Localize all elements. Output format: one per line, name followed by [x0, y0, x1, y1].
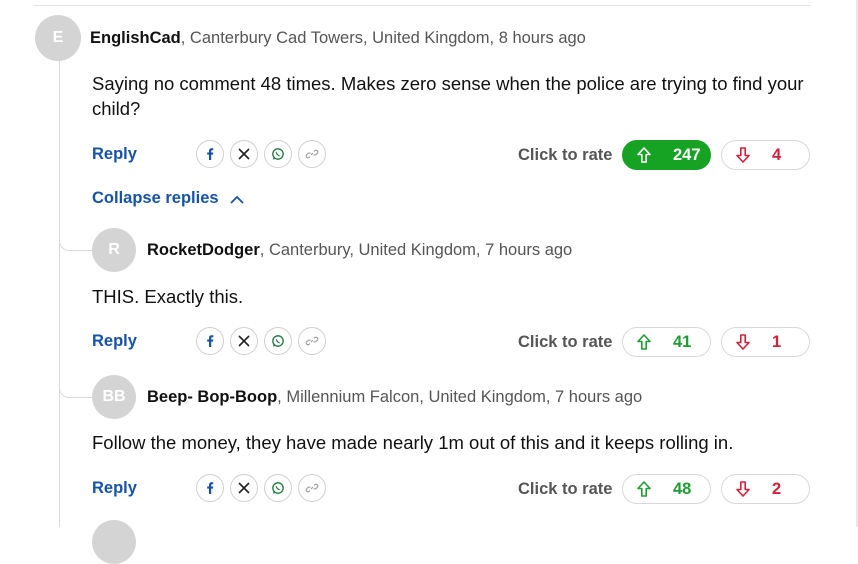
arrow-down-icon — [736, 334, 750, 350]
facebook-icon — [207, 482, 214, 494]
reply-connector — [59, 230, 92, 251]
link-icon — [305, 149, 319, 159]
x-icon — [238, 335, 250, 347]
arrow-down-icon — [736, 481, 750, 497]
comment-body: Saying no comment 48 times. Makes zero s… — [92, 73, 804, 119]
rate-label: Click to rate — [518, 146, 613, 164]
reply-connector — [59, 377, 92, 398]
share-buttons — [196, 474, 326, 502]
username[interactable]: Beep- Bop-Boop — [147, 388, 277, 406]
x-share-button[interactable] — [230, 474, 258, 502]
avatar[interactable]: E — [35, 15, 81, 61]
comment-meta: EnglishCad, Canterbury Cad Towers, Unite… — [90, 29, 586, 48]
comment-meta: RocketDodger, Canterbury, United Kingdom… — [147, 241, 572, 260]
comment-body: THIS. Exactly this. — [92, 286, 244, 307]
rate-label: Click to rate — [518, 480, 613, 498]
copy-link-button[interactable] — [298, 474, 326, 502]
collapse-replies-label: Collapse replies — [92, 189, 219, 207]
share-buttons — [196, 140, 326, 168]
whatsapp-icon — [272, 148, 284, 160]
x-share-button[interactable] — [230, 140, 258, 168]
whatsapp-share-button[interactable] — [264, 327, 292, 355]
facebook-share-button[interactable] — [196, 140, 224, 168]
downvote-count: 1 — [772, 332, 782, 351]
link-icon — [305, 483, 319, 493]
whatsapp-share-button[interactable] — [264, 474, 292, 502]
upvote-button[interactable]: 48 — [622, 474, 711, 504]
whatsapp-icon — [272, 335, 284, 347]
comment-body: Follow the money, they have made nearly … — [92, 432, 734, 453]
whatsapp-share-button[interactable] — [264, 140, 292, 168]
arrow-up-icon — [637, 334, 651, 350]
arrow-up-icon — [637, 481, 651, 497]
username[interactable]: RocketDodger — [147, 241, 260, 259]
arrow-up-icon — [637, 147, 651, 163]
rate-label: Click to rate — [518, 333, 613, 351]
arrow-down-icon — [736, 147, 750, 163]
upvote-count: 48 — [673, 479, 692, 498]
top-divider — [33, 5, 811, 6]
upvote-count: 247 — [673, 145, 701, 164]
reply-button[interactable]: Reply — [92, 332, 137, 351]
downvote-count: 4 — [772, 145, 782, 164]
upvote-button[interactable]: 247 — [622, 140, 711, 170]
facebook-icon — [207, 148, 214, 160]
reply-button[interactable]: Reply — [92, 479, 137, 498]
copy-link-button[interactable] — [298, 327, 326, 355]
upvote-button[interactable]: 41 — [622, 327, 711, 357]
chevron-up-icon — [229, 195, 244, 204]
downvote-button[interactable]: 4 — [721, 140, 810, 170]
x-icon — [238, 482, 250, 494]
reply-button[interactable]: Reply — [92, 145, 137, 164]
downvote-button[interactable]: 2 — [721, 474, 810, 504]
avatar[interactable]: BB — [92, 375, 136, 419]
comment-location-time: , Millennium Falcon, United Kingdom, 7 h… — [277, 388, 643, 406]
share-buttons — [196, 327, 326, 355]
collapse-replies-button[interactable]: Collapse replies — [92, 189, 245, 208]
x-icon — [238, 148, 250, 160]
facebook-icon — [207, 335, 214, 347]
facebook-share-button[interactable] — [196, 327, 224, 355]
comment-location-time: , Canterbury, United Kingdom, 7 hours ag… — [259, 241, 573, 259]
upvote-count: 41 — [673, 332, 692, 351]
downvote-count: 2 — [772, 479, 782, 498]
comment-location-time: , Canterbury Cad Towers, United Kingdom,… — [180, 29, 586, 47]
x-share-button[interactable] — [230, 327, 258, 355]
thread-line — [59, 60, 60, 527]
link-icon — [305, 336, 319, 346]
downvote-button[interactable]: 1 — [721, 327, 810, 357]
whatsapp-icon — [272, 482, 284, 494]
username[interactable]: EnglishCad — [90, 29, 181, 47]
facebook-share-button[interactable] — [196, 474, 224, 502]
avatar[interactable]: R — [92, 228, 136, 272]
copy-link-button[interactable] — [298, 140, 326, 168]
comment-meta: Beep- Bop-Boop, Millennium Falcon, Unite… — [147, 388, 642, 407]
